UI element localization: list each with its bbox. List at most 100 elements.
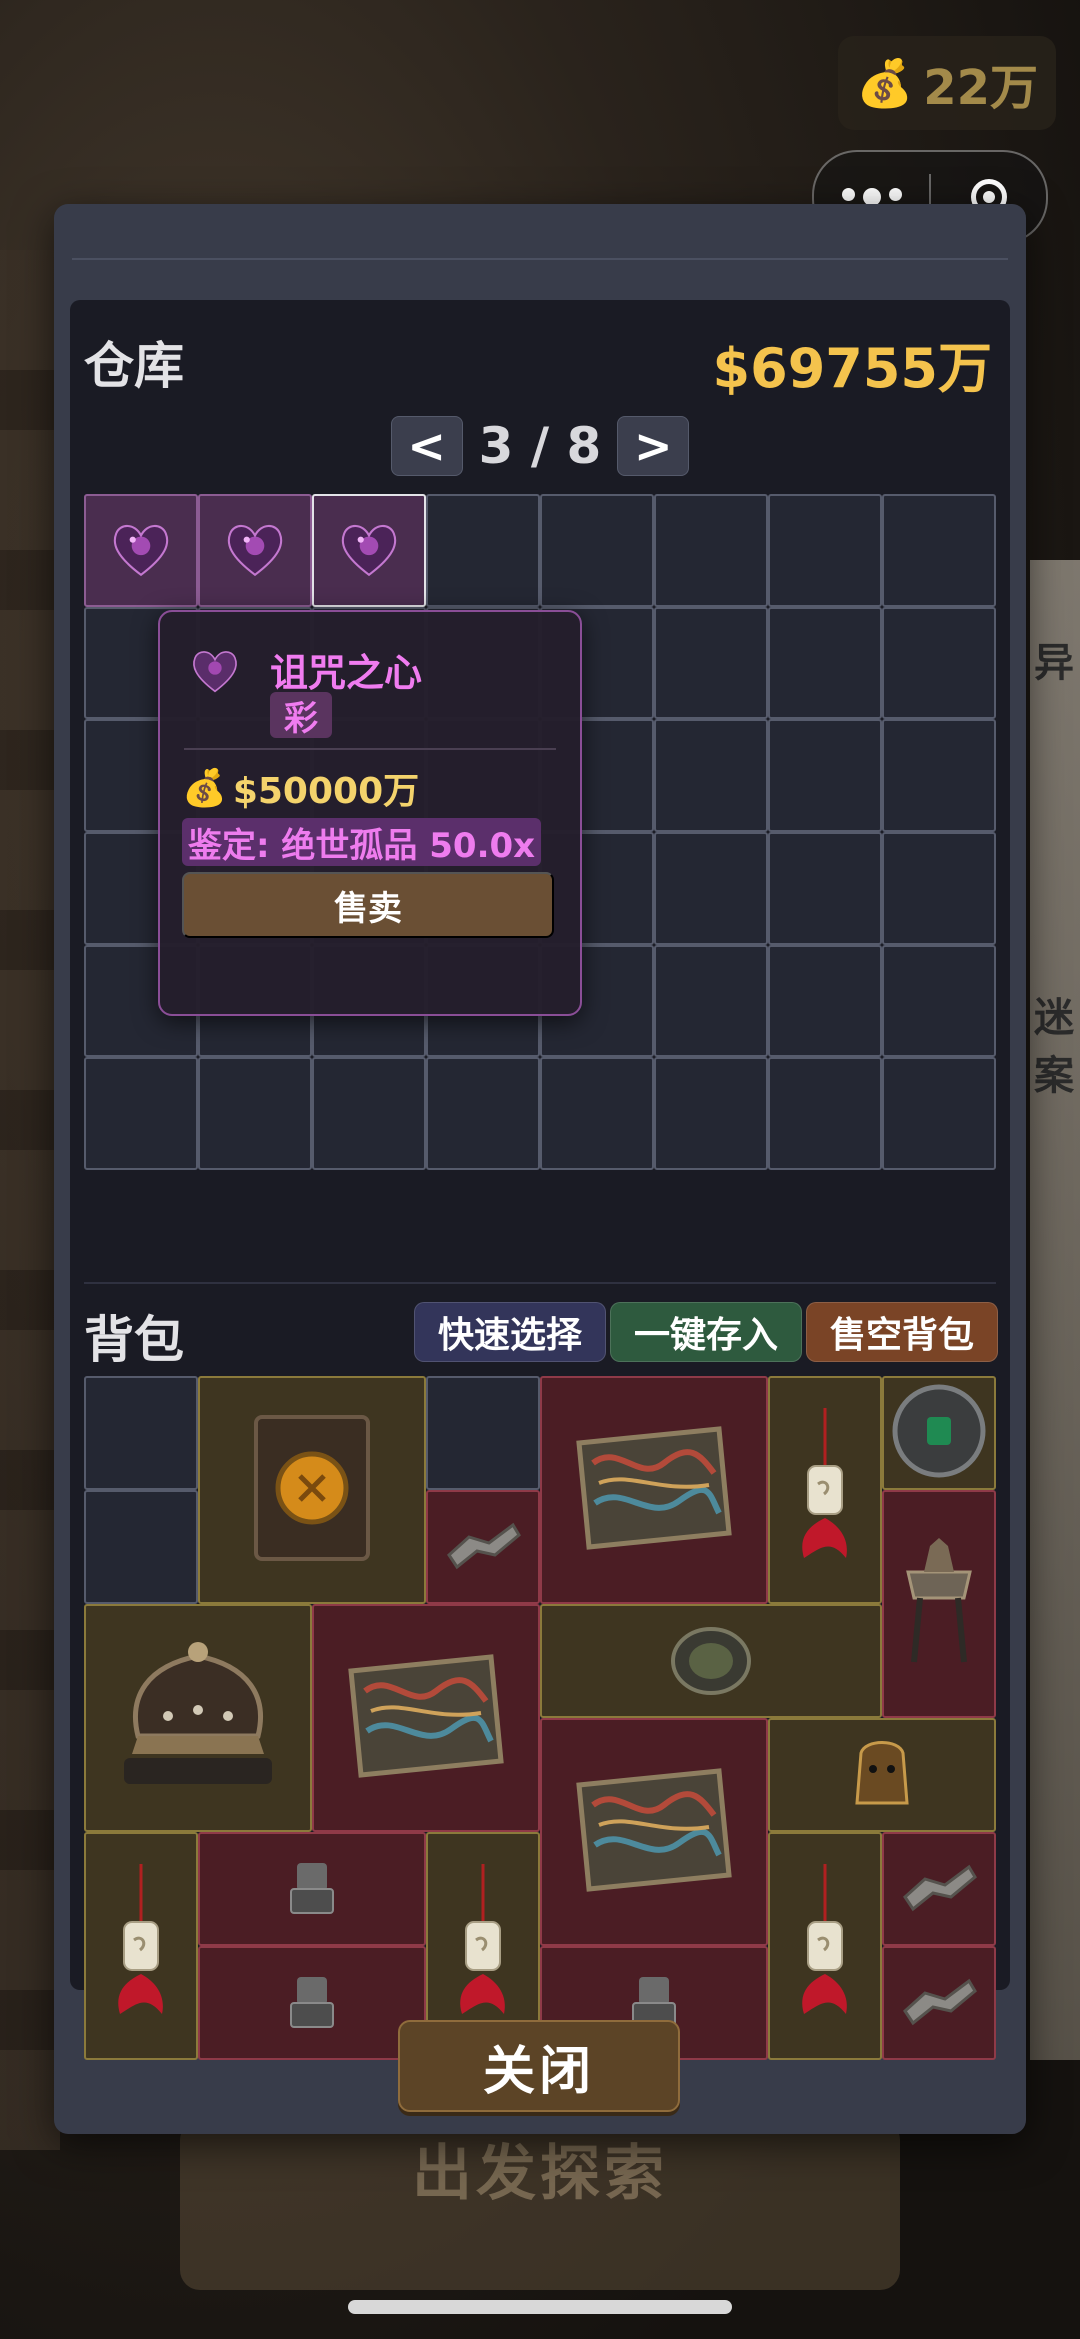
curse-heart-icon — [338, 521, 400, 579]
pharaoh-mask-icon — [847, 1733, 917, 1817]
warehouse-slot-empty[interactable] — [768, 831, 882, 945]
warehouse-slot-empty[interactable] — [768, 944, 882, 1058]
jade-pendant-icon — [790, 1408, 860, 1572]
bronze-censer-item[interactable] — [882, 1490, 996, 1718]
warehouse-slot-empty[interactable] — [654, 944, 768, 1058]
warehouse-slot-empty[interactable] — [768, 606, 882, 720]
curse-heart-icon — [110, 521, 172, 579]
warehouse-slot-empty[interactable] — [654, 1057, 768, 1170]
coin-value: 22万 — [923, 60, 1039, 116]
page-indicator: 3 / 8 — [478, 417, 602, 475]
warehouse-slot-empty[interactable] — [882, 944, 996, 1058]
warehouse-slot-empty[interactable] — [768, 719, 882, 832]
emerald-disc-item[interactable] — [882, 1376, 996, 1490]
tooltip-divider — [184, 748, 556, 750]
bone-fragment-icon — [443, 1515, 523, 1579]
appraisal-label: 鉴定: 绝世孤品 50.0x — [182, 818, 542, 866]
curse-heart-icon — [224, 521, 286, 579]
warehouse-money: $69755万 — [712, 337, 992, 400]
warehouse-slot-empty[interactable] — [654, 606, 768, 720]
crown-item[interactable] — [84, 1604, 312, 1832]
item-name: 诅咒之心 — [270, 651, 423, 695]
dragon-panel-item[interactable] — [540, 1376, 768, 1604]
stone-seal-icon — [287, 1857, 337, 1921]
sell-button[interactable]: 售卖 — [182, 872, 554, 938]
rarity-badge: 彩 — [270, 692, 332, 739]
amber-book-item[interactable] — [198, 1376, 426, 1604]
background-wall-notes — [1030, 560, 1080, 2060]
warehouse-slot-empty[interactable] — [882, 494, 996, 607]
item-tooltip: 诅咒之心 彩 💰 $50000万 鉴定: 绝世孤品 50.0x 售卖 — [158, 610, 582, 1016]
dragon-panel-icon — [569, 1423, 739, 1557]
jade-pendant-icon — [790, 1864, 860, 2028]
warehouse-slot-empty[interactable] — [198, 1057, 312, 1170]
deposit-all-button[interactable]: 一键存入 — [610, 1302, 802, 1362]
stone-seal-item[interactable] — [198, 1832, 426, 1946]
close-button[interactable]: 关闭 — [398, 2020, 680, 2112]
jade-pendant-item[interactable] — [768, 1832, 882, 2060]
bag-slot-empty[interactable] — [84, 1376, 198, 1490]
warehouse-slot-empty[interactable] — [882, 1057, 996, 1170]
bronze-censer-icon — [894, 1532, 984, 1676]
stone-seal-icon — [287, 1971, 337, 2035]
bag-slot-empty[interactable] — [84, 1490, 198, 1604]
stone-seal-item[interactable] — [198, 1946, 426, 2060]
warehouse-title: 仓库 — [84, 337, 184, 395]
background-start-label: 出发探索 — [412, 2139, 668, 2209]
warehouse-slot-empty[interactable] — [654, 831, 768, 945]
jade-pendant-item[interactable] — [768, 1376, 882, 1604]
home-indicator — [348, 2300, 732, 2314]
warehouse-slot-empty[interactable] — [882, 606, 996, 720]
dragon-panel-icon — [569, 1765, 739, 1899]
modal-divider — [72, 258, 1008, 260]
warehouse-slot-empty[interactable] — [882, 831, 996, 945]
bone-fragment-item[interactable] — [882, 1832, 996, 1946]
sell-all-button[interactable]: 售空背包 — [806, 1302, 998, 1362]
warehouse-slot-empty[interactable] — [768, 1057, 882, 1170]
warehouse-slot-empty[interactable] — [312, 1057, 426, 1170]
jade-pendant-icon — [448, 1864, 518, 2028]
background-shelf — [0, 250, 60, 2150]
warehouse-slot-empty[interactable] — [654, 719, 768, 832]
bone-fragment-item[interactable] — [882, 1946, 996, 2060]
wall-text: 异 — [1034, 640, 1074, 686]
warehouse-slot-empty[interactable] — [654, 494, 768, 607]
next-page-button[interactable]: > — [617, 416, 690, 476]
warehouse-slot-curse-heart[interactable] — [198, 494, 312, 607]
warehouse-slot-curse-heart[interactable] — [312, 494, 426, 607]
turtle-shell-item[interactable] — [540, 1604, 882, 1718]
item-price-value: $50000万 — [232, 771, 420, 812]
coin-counter: 💰 22万 — [838, 36, 1056, 130]
inventory-modal: 仓库 $69755万 < 3 / 8 > 背包 快速选择 一键存入 售空背包 关… — [54, 204, 1026, 2134]
crown-icon — [108, 1626, 288, 1810]
quick-select-button[interactable]: 快速选择 — [414, 1302, 606, 1362]
warehouse-slot-empty[interactable] — [84, 1057, 198, 1170]
dragon-panel-item[interactable] — [312, 1604, 540, 1832]
warehouse-slot-curse-heart[interactable] — [84, 494, 198, 607]
warehouse-slot-empty[interactable] — [426, 1057, 540, 1170]
bone-fragment-item[interactable] — [426, 1490, 540, 1604]
warehouse-slot-empty[interactable] — [426, 494, 540, 607]
section-divider — [84, 1282, 996, 1284]
money-bag-icon: 💰 — [855, 55, 914, 110]
pharaoh-mask-item[interactable] — [768, 1718, 996, 1832]
bag-slot-empty[interactable] — [426, 1376, 540, 1490]
bag-grid — [84, 1376, 996, 2060]
prev-page-button[interactable]: < — [390, 416, 463, 476]
inventory-panel: 仓库 $69755万 < 3 / 8 > 背包 快速选择 一键存入 售空背包 — [70, 300, 1010, 2060]
item-price: 💰 $50000万 — [182, 762, 419, 814]
jade-pendant-icon — [106, 1864, 176, 2028]
bone-fragment-icon — [899, 1857, 979, 1921]
emerald-disc-icon — [889, 1381, 989, 1485]
jade-pendant-item[interactable] — [84, 1832, 198, 2060]
dragon-panel-icon — [341, 1651, 511, 1785]
warehouse-slot-empty[interactable] — [882, 719, 996, 832]
wall-text: 迷案 — [1034, 995, 1074, 1099]
curse-heart-icon — [190, 648, 240, 698]
warehouse-slot-empty[interactable] — [768, 494, 882, 607]
dragon-panel-item[interactable] — [540, 1718, 768, 1946]
warehouse-slot-empty[interactable] — [540, 1057, 654, 1170]
bone-fragment-icon — [899, 1971, 979, 2035]
warehouse-slot-empty[interactable] — [540, 494, 654, 607]
turtle-shell-icon — [666, 1619, 756, 1703]
